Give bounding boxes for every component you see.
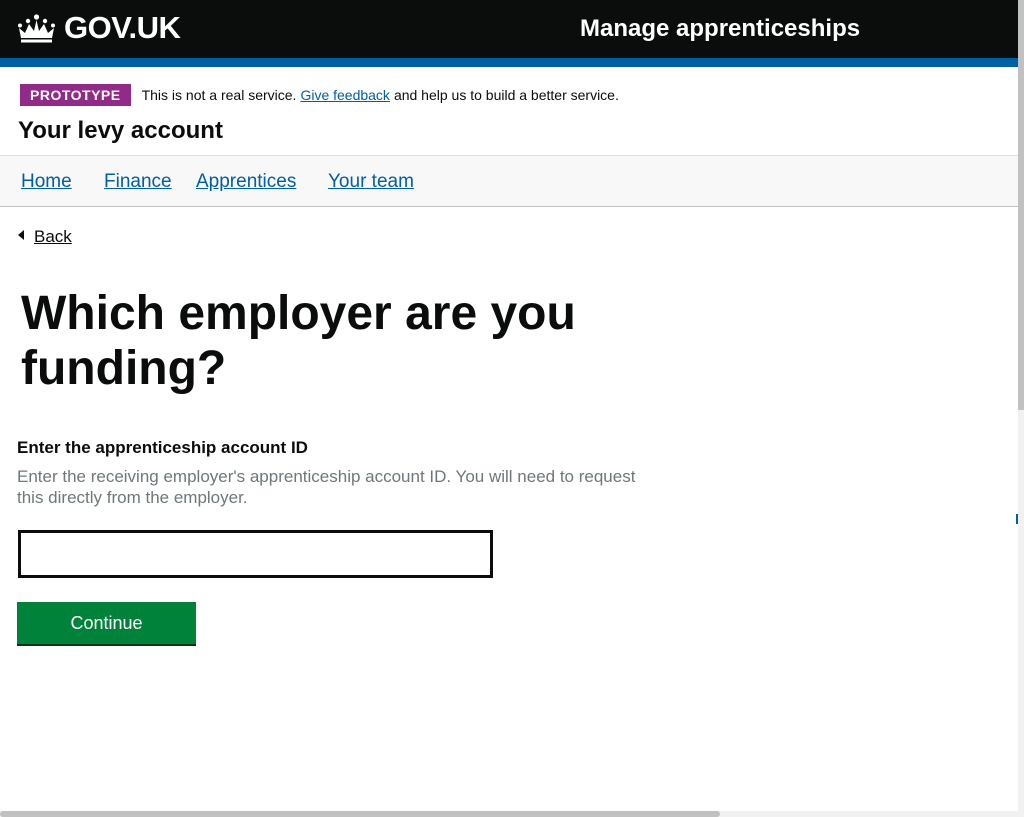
nav-item-finance[interactable]: Finance [104,171,172,193]
back-arrow-icon [18,230,24,240]
crown-icon [18,14,55,43]
vertical-scrollbar-thumb[interactable] [1018,0,1024,410]
service-name-link[interactable]: Manage apprenticeships [580,15,860,43]
account-navigation: Home Finance Apprentices Your team [0,155,1018,207]
phase-text-before: This is not a real service. [141,87,297,103]
logo-text: GOV.UK [64,10,181,45]
account-id-input[interactable] [18,530,493,578]
page-title: Which employer are you funding? [21,287,576,395]
nav-item-apprentices[interactable]: Apprentices [196,171,296,193]
back-link-label: Back [34,227,72,246]
account-id-hint: Enter the receiving employer's apprentic… [17,467,636,507]
phase-banner: PROTOTYPE This is not a real service. Gi… [20,84,619,106]
account-id-label: Enter the apprenticeship account ID [17,438,308,457]
horizontal-scrollbar-thumb[interactable] [0,811,720,817]
give-feedback-link[interactable]: Give feedback [300,87,390,103]
continue-button[interactable]: Continue [17,602,196,646]
govuk-logo-link[interactable]: GOV.UK [17,10,181,46]
phase-text-after: and help us to build a better service. [393,87,619,103]
global-header: GOV.UK Manage apprenticeships [0,0,1018,58]
nav-item-your-team[interactable]: Your team [328,171,414,193]
phase-tag: PROTOTYPE [20,84,131,106]
back-link[interactable]: Back [18,227,72,247]
account-title: Your levy account [18,117,223,144]
nav-item-home[interactable]: Home [21,171,72,193]
header-stripe [0,58,1018,67]
